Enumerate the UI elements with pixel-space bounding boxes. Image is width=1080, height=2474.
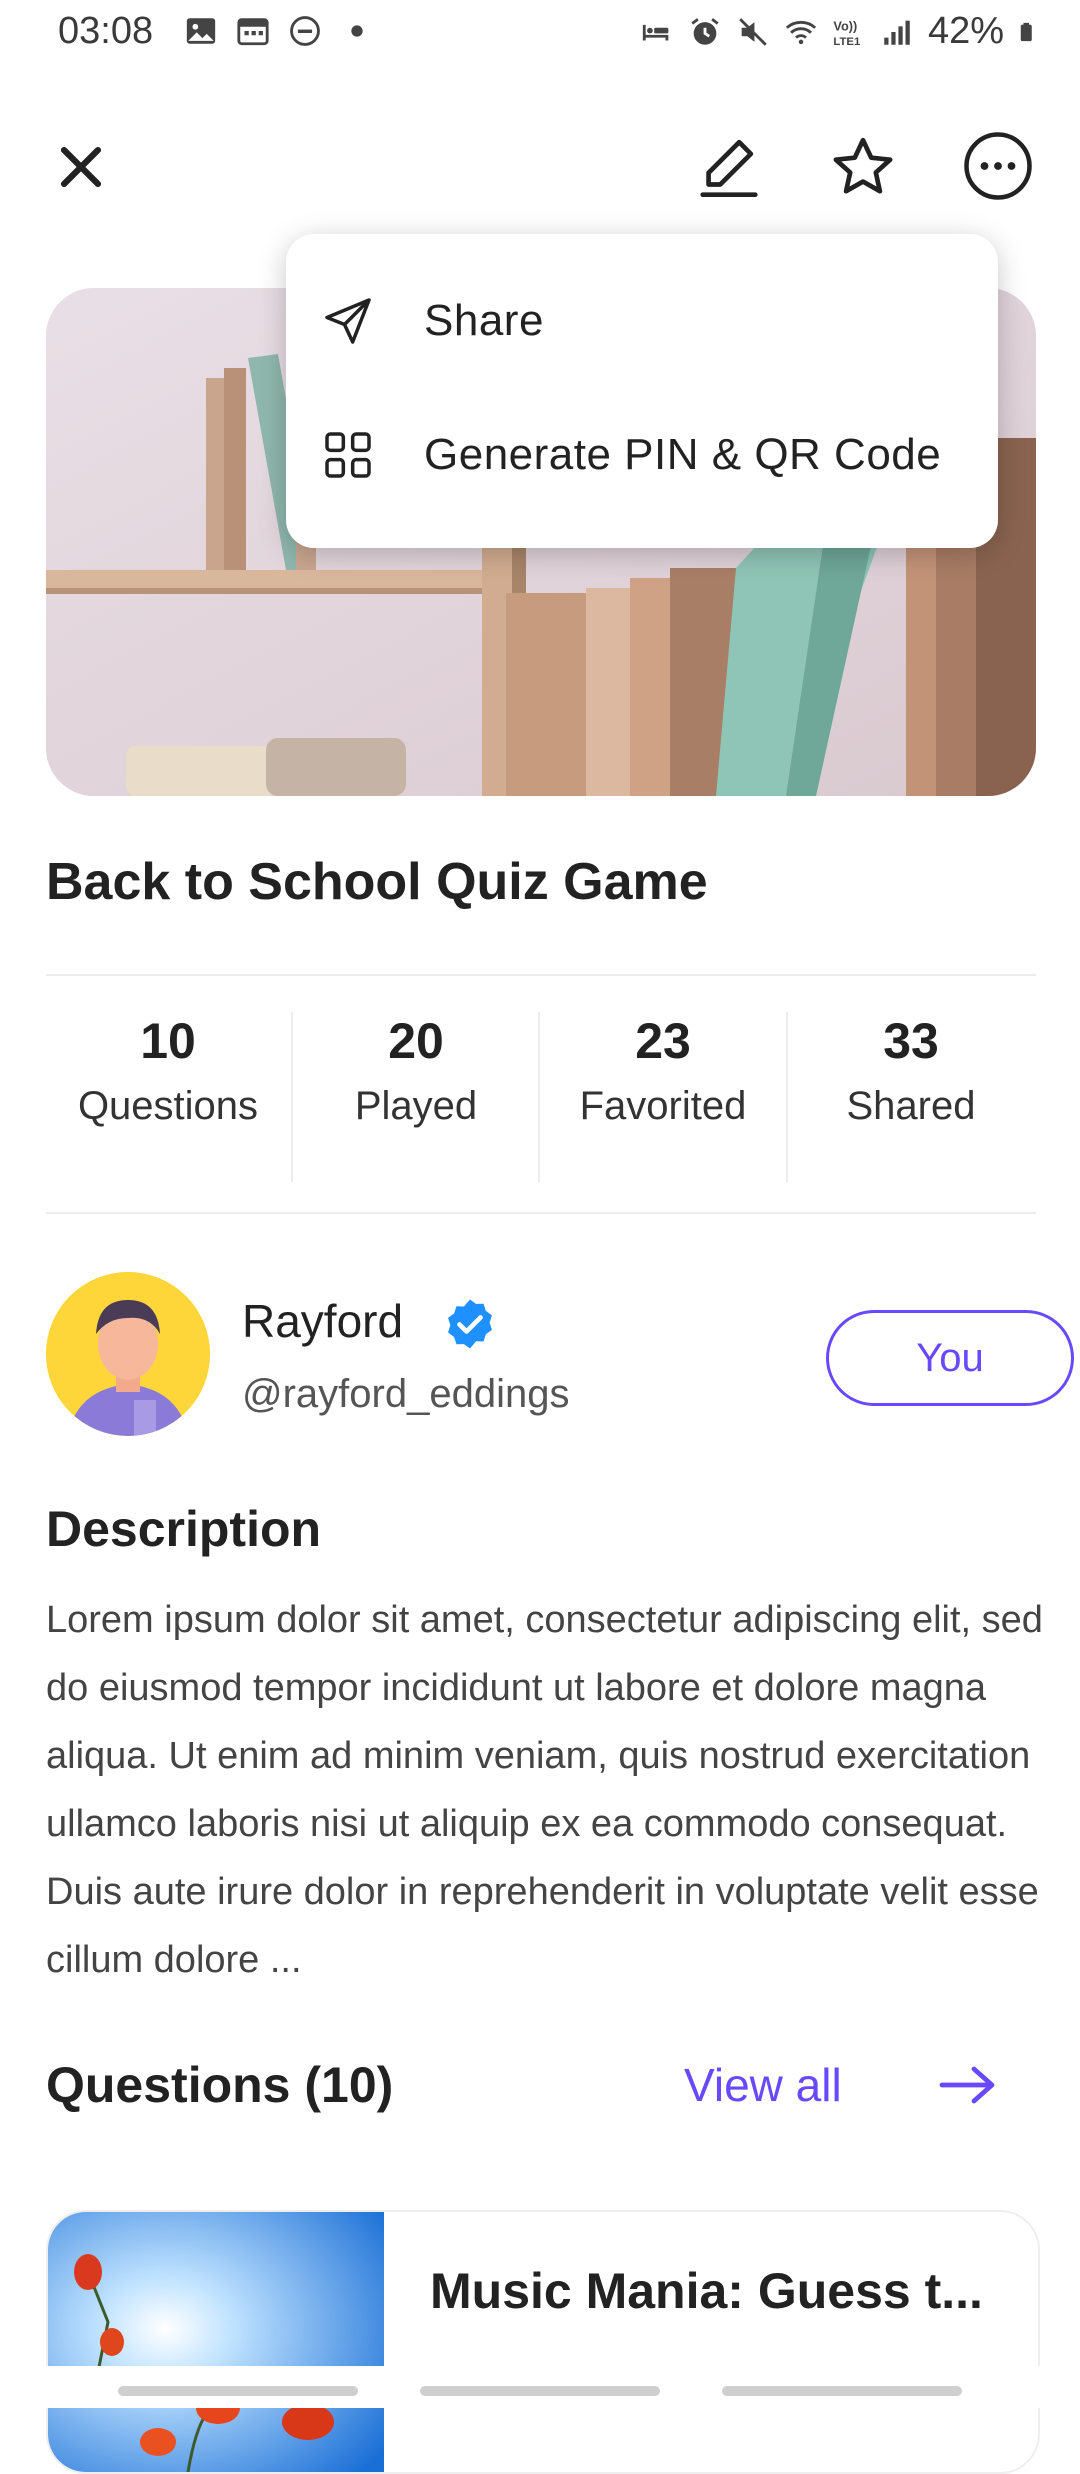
nav-bar-home[interactable] — [420, 2386, 660, 2396]
stat-value: 20 — [388, 1013, 444, 1069]
svg-text:Vo)): Vo)) — [833, 18, 857, 33]
edit-icon[interactable] — [694, 132, 764, 202]
view-all-link[interactable]: View all — [684, 2058, 842, 2112]
nav-bar-back[interactable] — [722, 2386, 962, 2396]
questions-heading: Questions (10) — [46, 2057, 394, 2113]
stat-label: Questions — [77, 1084, 259, 1128]
stat-questions: 10 Questions — [44, 1012, 292, 1129]
nav-bar-recents[interactable] — [118, 2386, 358, 2396]
menu-item-label: Generate PIN & QR Code — [424, 430, 942, 479]
battery-icon — [1020, 22, 1032, 41]
arrow-right-icon[interactable] — [938, 2060, 998, 2110]
volte-icon: Vo)) LTE1 — [833, 18, 860, 47]
send-icon — [325, 298, 371, 344]
description-text: Lorem ipsum dolor sit amet, consectetur … — [46, 1599, 1043, 1981]
grid-icon — [325, 432, 371, 478]
question-card-title: Music Mania: Guess t... — [430, 2263, 983, 2319]
stat-shared: 33 Shared — [787, 1012, 1035, 1129]
description-heading: Description — [46, 1501, 322, 1557]
more-options-menu: Share Generate PIN & QR Code — [286, 234, 998, 548]
status-right-icons: Vo)) LTE1 42% — [640, 10, 1040, 53]
menu-item-generate-pin[interactable]: Generate PIN & QR Code — [286, 390, 998, 520]
avatar[interactable] — [46, 1272, 210, 1436]
verified-badge-icon — [448, 1299, 492, 1349]
close-icon[interactable] — [52, 138, 110, 196]
bed-icon — [642, 24, 669, 40]
you-button[interactable]: You — [826, 1310, 1074, 1406]
avatar-illustration — [46, 1272, 210, 1436]
signal-icon — [884, 20, 910, 45]
menu-item-share[interactable]: Share — [286, 256, 998, 386]
author-name: Rayford — [242, 1295, 404, 1347]
stat-played: 20 Played — [292, 1012, 540, 1129]
question-card-image — [48, 2212, 384, 2472]
alarm-icon — [691, 17, 719, 45]
status-left-icons — [184, 14, 374, 48]
dot-icon — [351, 25, 363, 37]
quiz-title: Back to School Quiz Game — [46, 853, 708, 911]
divider — [46, 974, 1036, 976]
stat-value: 33 — [883, 1013, 939, 1069]
status-time: 03:08 — [58, 10, 154, 52]
stat-favorited: 23 Favorited — [539, 1012, 787, 1129]
svg-text:LTE1: LTE1 — [833, 35, 860, 47]
calendar-icon — [237, 18, 269, 46]
image-icon — [186, 18, 216, 44]
author-handle: @rayford_eddings — [242, 1372, 570, 1416]
stat-value: 10 — [140, 1013, 196, 1069]
divider — [46, 1212, 1036, 1214]
stat-label: Shared — [846, 1084, 976, 1128]
battery-percent: 42% — [927, 10, 1004, 52]
star-icon[interactable] — [828, 132, 898, 202]
stat-label: Favorited — [579, 1084, 747, 1128]
menu-item-label: Share — [424, 296, 544, 345]
wifi-icon — [785, 20, 817, 44]
more-icon[interactable] — [962, 130, 1034, 202]
question-card[interactable]: Music Mania: Guess t... — [46, 2210, 1040, 2474]
dnd-icon — [290, 16, 320, 46]
mute-icon — [739, 17, 767, 46]
stat-value: 23 — [635, 1013, 691, 1069]
stat-label: Played — [354, 1084, 478, 1128]
